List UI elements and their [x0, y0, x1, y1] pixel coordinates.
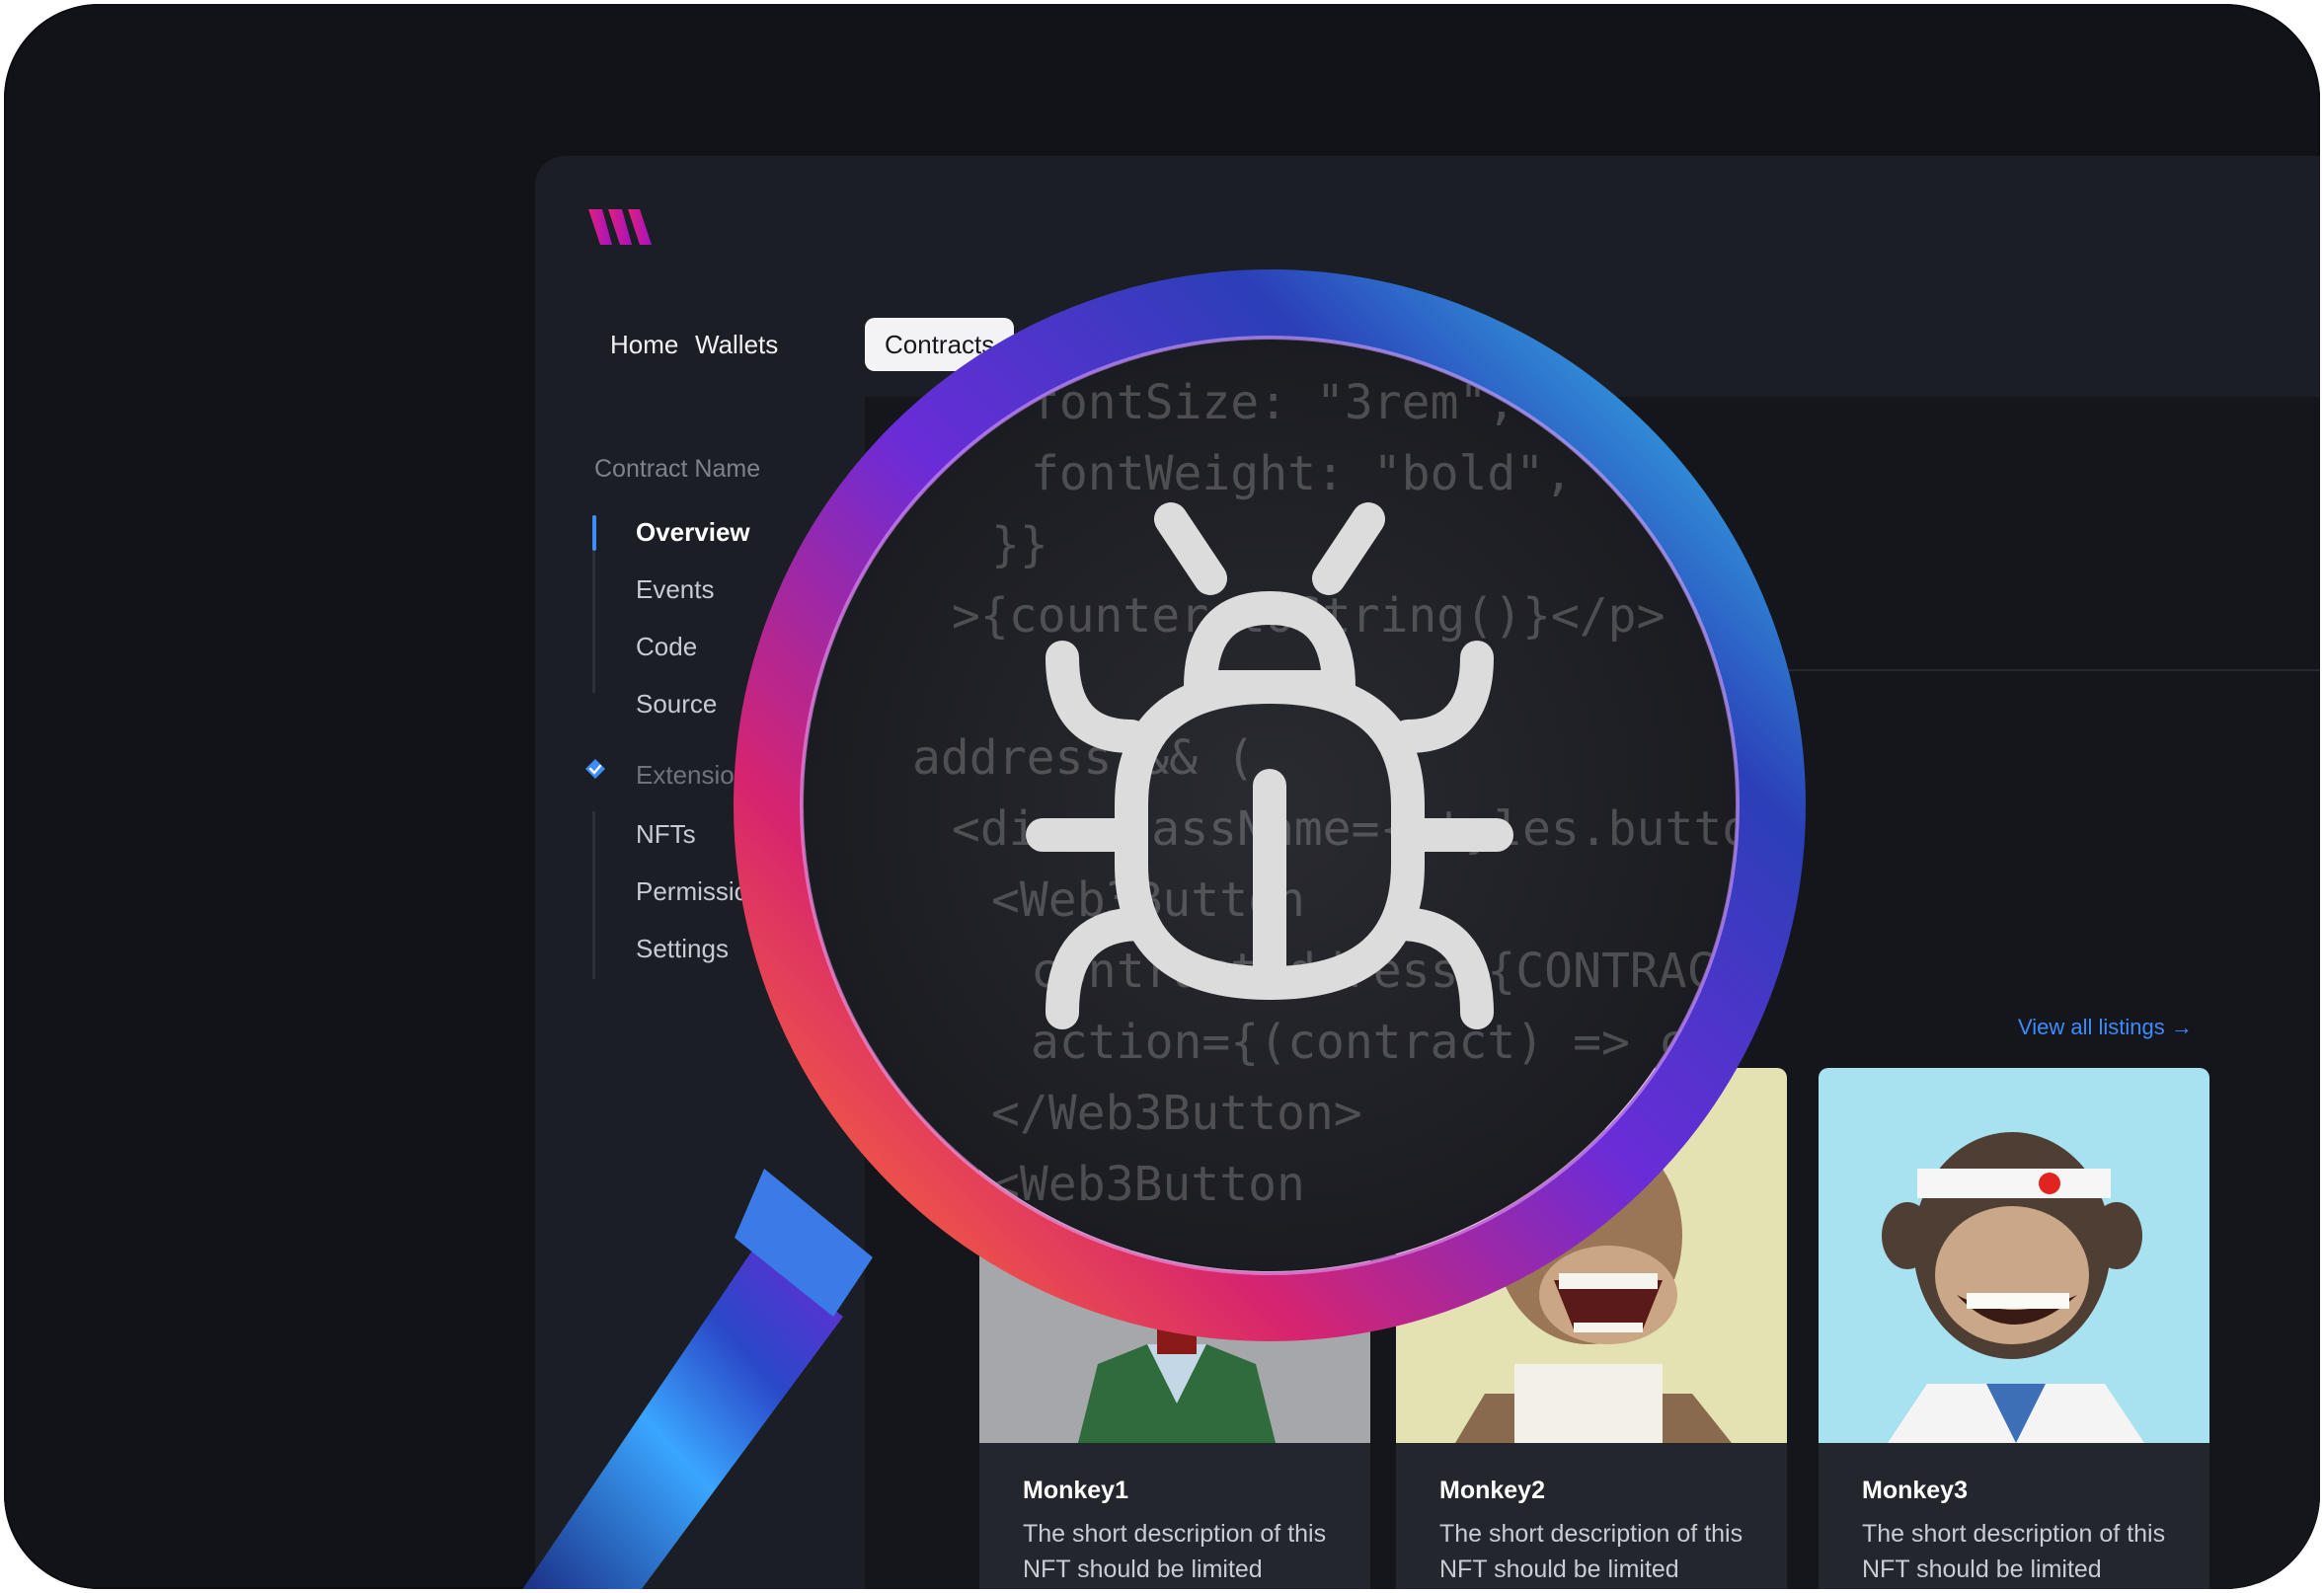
code-line: fontWeight: "bold", [1031, 446, 1573, 501]
code-line: fontSize: "3rem", [1031, 375, 1515, 430]
device-frame: Home Wallets Contracts Contract Name Ove… [4, 4, 2320, 1589]
code-line: </Web3Button> [991, 1086, 1362, 1141]
magnifier-handle [522, 1248, 843, 1589]
stage: Home Wallets Contracts Contract Name Ove… [0, 0, 2324, 1593]
code-line: }} [991, 517, 1048, 572]
code-line: <Web3Button [991, 1157, 1305, 1212]
code-line: action={(contract) => co [1031, 1015, 1716, 1070]
magnifying-glass-icon: fontSize: "3rem", fontWeight: "bold",}} >{… [522, 269, 1806, 1589]
